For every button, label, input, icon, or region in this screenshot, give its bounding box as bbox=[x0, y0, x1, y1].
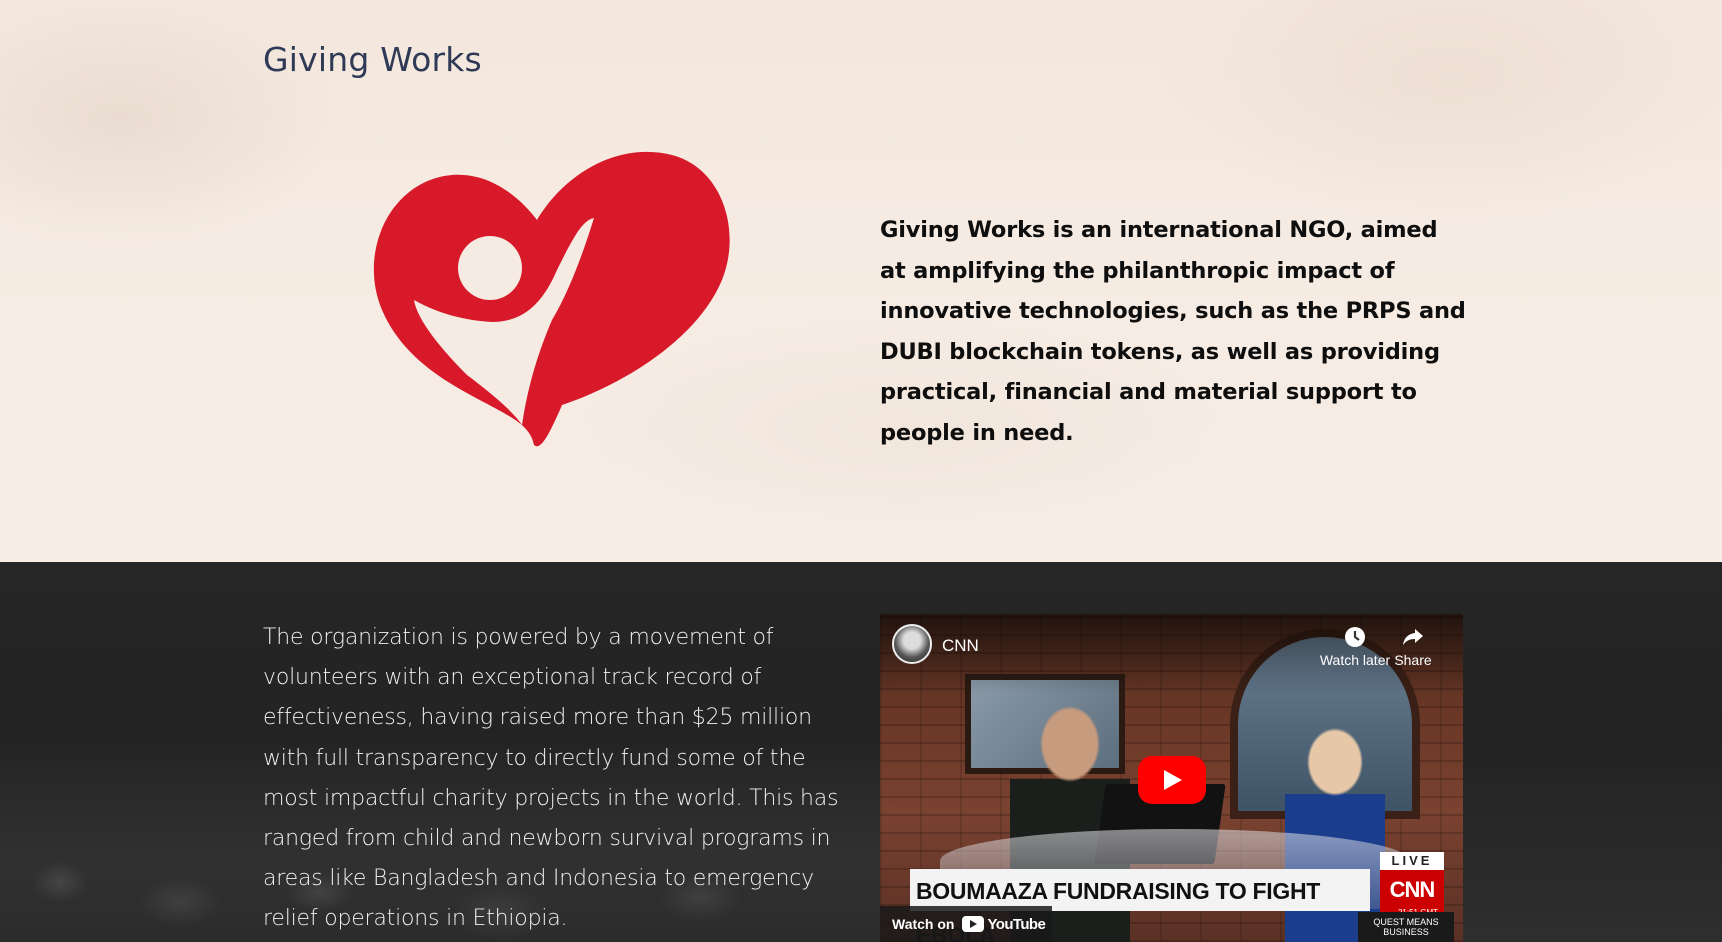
embedded-video-player[interactable]: CNN Watch later Share BOUMAAZA FUNDRAISI… bbox=[880, 614, 1463, 942]
live-label: LIVE bbox=[1380, 852, 1444, 870]
show-name: QUEST MEANS BUSINESS bbox=[1358, 912, 1454, 942]
youtube-label: YouTube bbox=[987, 915, 1046, 933]
watch-on-youtube-button[interactable]: Watch on YouTube bbox=[880, 906, 1052, 942]
play-icon bbox=[1164, 770, 1182, 790]
network-logo: CNN bbox=[1380, 870, 1444, 908]
mission-paragraph: The organization is powered by a movemen… bbox=[263, 625, 839, 932]
share-icon bbox=[1378, 624, 1448, 650]
news-headline-banner: BOUMAAZA FUNDRAISING TO FIGHT EBOLA bbox=[910, 869, 1370, 942]
intro-paragraph: Giving Works is an international NGO, ai… bbox=[880, 217, 1466, 446]
about-section: Giving Works Giving Works is an internat… bbox=[0, 0, 1722, 562]
mission-section: The organization is powered by a movemen… bbox=[0, 562, 1722, 942]
play-button[interactable] bbox=[1138, 756, 1206, 804]
share-label: Share bbox=[1394, 652, 1432, 668]
channel-avatar[interactable] bbox=[892, 624, 932, 664]
channel-name[interactable]: CNN bbox=[942, 636, 979, 656]
watch-on-label: Watch on bbox=[892, 916, 955, 932]
section-title: Giving Works bbox=[263, 40, 482, 79]
youtube-icon: YouTube bbox=[962, 915, 1046, 933]
share-button[interactable]: Share bbox=[1378, 624, 1448, 668]
crowd-background-image-right bbox=[1442, 742, 1722, 942]
heart-person-logo bbox=[373, 151, 730, 447]
